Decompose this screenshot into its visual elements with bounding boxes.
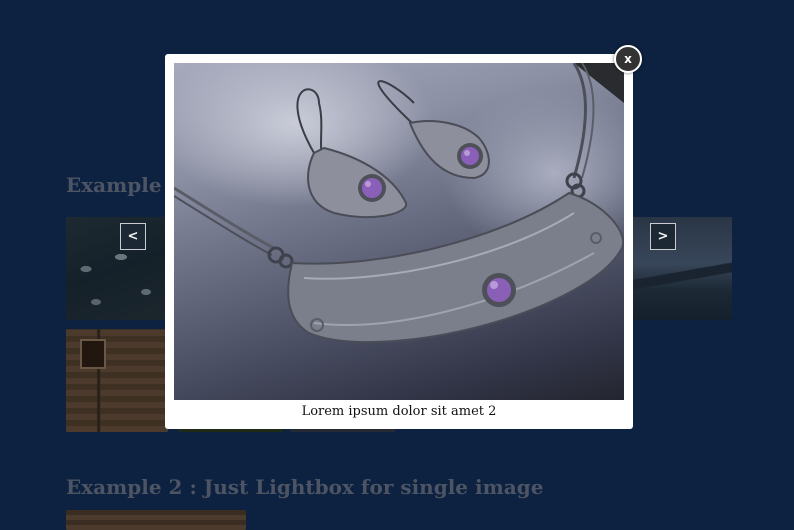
lightbox-image [174,63,624,400]
gallery-thumbnail-barn[interactable] [66,329,168,432]
jewelry-photo [174,63,624,344]
gallery-prev-button[interactable]: < [120,223,146,250]
single-image-thumbnail[interactable] [66,510,246,530]
gallery-thumbnail-swans[interactable] [66,217,166,320]
section-title-example-2: Example 2 : Just Lightbox for single ima… [66,475,544,499]
barn-window [80,339,106,369]
lightbox-caption: Lorem ipsum dolor sit amet 2 [301,404,497,419]
close-button[interactable]: x [614,45,642,73]
gallery-thumbnail-mountain[interactable] [630,217,732,320]
gallery-next-button[interactable]: > [650,223,676,250]
lightbox-dialog: Lorem ipsum dolor sit amet 2 [165,54,633,429]
